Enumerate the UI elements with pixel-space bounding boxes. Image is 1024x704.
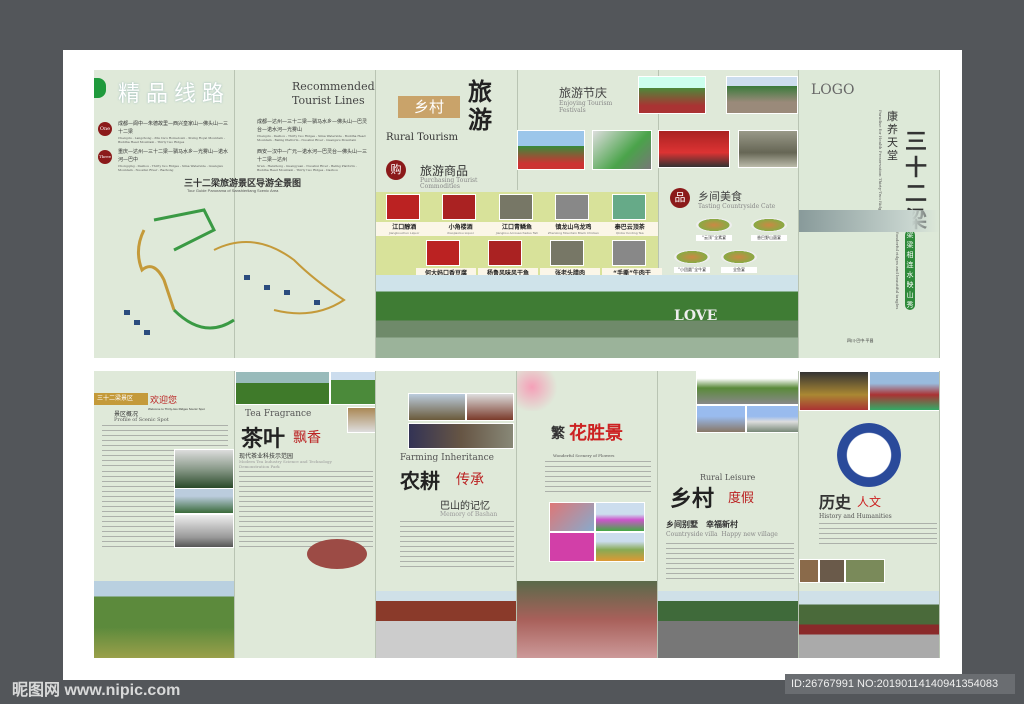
dish-plate [751,218,787,232]
product-photo [612,240,646,266]
route-4: 西安—汉中—广元—诺水河—巴灵台—佛头山—三十二梁—达州 [257,149,368,163]
leaf-icon [94,78,106,98]
blossom [517,371,567,411]
dish-label: 香巴野山菌宴 [751,235,787,241]
dish-plate [674,250,710,264]
panel-welcome: 三十二梁景区 欢迎您 Welcome to Thirty-two Ridges … [94,371,235,658]
watermark-id: ID:26767991 NO:20190114140941354083 [785,674,1015,694]
festival-photo [592,130,652,170]
watermark-site: 昵图网 www.nipic.com [12,682,181,699]
product-photo [498,194,533,220]
dish-label: 全鱼宴 [721,267,757,273]
dish-plate [721,250,757,264]
product-label: 秦巴云顶茶 Qinba Yunding Tea [601,222,658,236]
panel-flowers: 繁 花胜景 Wonderful Scenery of Flowers [517,371,658,658]
product-label: 镇龙山乌龙鸡 Zhenlong Mountain Black Chicken [545,222,602,236]
route-3: 成都—达州—三十二梁—驷马水乡—佛头山—巴灵台—诺水河—光雾山 [257,119,368,133]
dish-label: “云顶”全素宴 [696,235,732,241]
panel-tea: Tea Fragrance 茶叶 飘香 现代茶业科技示范园 Modern Tea… [235,371,376,658]
product-photo [386,194,420,220]
panel-farming: Farming Inheritance 农耕 传承 巴山的记忆 Memory o… [376,371,517,658]
rural-title-box: 乡村 [398,96,460,118]
food-icon: 品 [670,188,690,208]
panel-rural-tourism: 乡村 旅游 Rural Tourism 购 旅游商品 Purchasing To… [376,70,799,358]
festival-photo [517,130,585,170]
product-photo [550,240,584,266]
product-photo [426,240,460,266]
product-label: 小角楼酒 Xiaojiaolou Liquor [432,222,489,236]
product-photo [442,194,477,220]
product-label: 江口醇酒 Jiangkouchun Liquor [376,222,433,236]
porcelain-plate [837,423,901,487]
route-1: 成都—阆中—朱德故里—西兴皇家山—佛头山—三十二梁 [118,121,229,135]
shop-icon: 购 [386,160,406,180]
panel-routes: 精品线路 Recommended Tourist Lines One 成都—阆中… [94,70,376,358]
landscape-photo [376,275,798,358]
teapot [307,539,367,569]
panel-leisure: Rural Leisure 乡村 度假 乡间别墅 幸福新村 Countrysid… [658,371,799,658]
dish-label: “小团圆”全牛宴 [674,267,710,273]
routes-title-en: Recommended Tourist Lines [292,80,375,107]
scenic-map [124,208,346,335]
badge-three: Three [98,150,112,164]
rural-title: 旅游 [468,78,492,134]
route-2: 重庆—达州—三十二梁—驷马水乡—光雾山—诺水河—巴中 [118,149,229,163]
product-photo [611,194,646,220]
product-label: 江口青鳞鱼 Jiangkou Acrossocheilus fish [488,222,546,236]
badge-one: One [98,122,112,136]
panel-history: 历史 人文 History and Humanities [799,371,940,658]
product-photo [555,194,590,220]
love-sign: LOVE [674,308,718,324]
logo: LOGO [811,82,855,98]
panel-cover: LOGO 康养天堂 三十二梁 Paradise for Health Prese… [799,70,940,358]
routes-title: 精品线路 [118,82,231,107]
dish-plate [696,218,732,232]
product-photo [488,240,522,266]
